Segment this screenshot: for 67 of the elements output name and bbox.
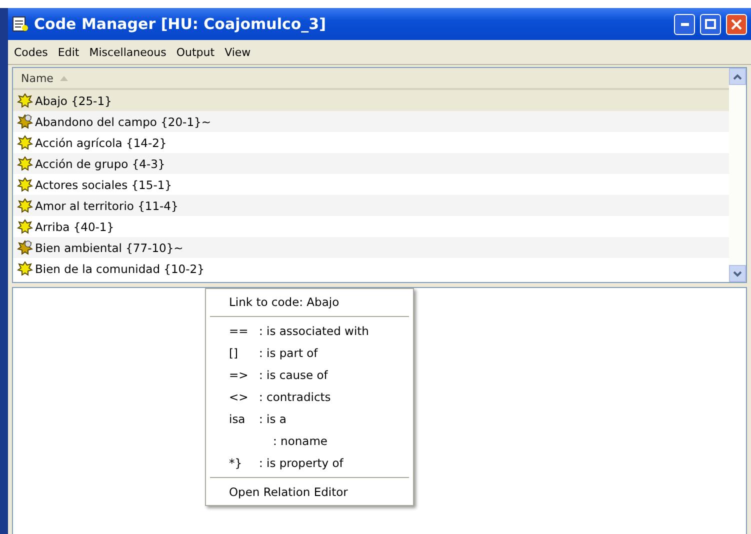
menu-item[interactable]: Output bbox=[172, 46, 219, 58]
relation-symbol: => bbox=[229, 368, 250, 382]
menu-item[interactable]: View bbox=[220, 46, 255, 58]
code-icon bbox=[17, 93, 33, 108]
list-row[interactable]: Bien de la comunidad {10-2} bbox=[13, 258, 729, 279]
list-row[interactable]: Bien ambiental {77-10}~ bbox=[13, 237, 729, 258]
code-icon bbox=[17, 135, 33, 150]
close-icon bbox=[731, 18, 742, 30]
relation-label: : noname bbox=[273, 434, 328, 448]
list-row[interactable]: Acción agrícola {14-2} bbox=[13, 132, 729, 153]
header-label: Name bbox=[21, 72, 54, 84]
scroll-up-button[interactable] bbox=[729, 68, 746, 85]
menu-item[interactable]: Miscellaneous bbox=[85, 46, 170, 58]
code-icon bbox=[17, 198, 33, 213]
code-label: Amor al territorio {11-4} bbox=[35, 198, 178, 212]
list-row[interactable]: Abajo {25-1} bbox=[13, 90, 729, 111]
menu-item[interactable]: Open Relation Editor bbox=[206, 481, 413, 503]
minimize-icon bbox=[680, 22, 688, 26]
window-title: Code Manager [HU: Coajomulco_3] bbox=[34, 15, 327, 33]
app-icon bbox=[12, 16, 29, 32]
list-row[interactable]: Amor al territorio {11-4} bbox=[13, 195, 729, 216]
maximize-button[interactable] bbox=[700, 14, 721, 34]
code-label: Abajo {25-1} bbox=[35, 94, 112, 108]
code-label: Arriba {40-1} bbox=[35, 220, 114, 234]
list-row[interactable]: Arriba {40-1} bbox=[13, 216, 729, 237]
relation-label: : is part of bbox=[259, 346, 318, 360]
list-row[interactable]: Abandono del campo {20-1}~ bbox=[13, 111, 729, 132]
menu-item[interactable]: Link to code: Abajo bbox=[206, 291, 413, 313]
code-label: Acción agrícola {14-2} bbox=[35, 136, 167, 150]
menu-item[interactable]: isa : is a bbox=[206, 408, 413, 430]
code-label: Bien ambiental {77-10}~ bbox=[35, 240, 184, 254]
minimize-button[interactable] bbox=[674, 14, 695, 34]
code-icon bbox=[17, 261, 33, 276]
menu-item[interactable]: *} : is property of bbox=[206, 452, 413, 474]
relation-symbol: isa bbox=[229, 412, 246, 426]
scrollbar[interactable] bbox=[729, 68, 746, 282]
column-header[interactable]: Name bbox=[13, 68, 729, 90]
code-icon bbox=[17, 219, 33, 234]
code-icon bbox=[17, 114, 33, 129]
relation-symbol: == bbox=[229, 324, 250, 338]
code-icon bbox=[17, 240, 33, 255]
menu-item[interactable]: Codes bbox=[10, 46, 52, 58]
list-row[interactable]: Actores sociales {15-1} bbox=[13, 174, 729, 195]
list-row[interactable]: Acción de grupo {4-3} bbox=[13, 153, 729, 174]
code-icon bbox=[17, 156, 33, 171]
menu-item[interactable]: => : is cause of bbox=[206, 364, 413, 386]
menu-item[interactable]: : noname bbox=[206, 430, 413, 452]
menu-item[interactable]: <> : contradicts bbox=[206, 386, 413, 408]
relation-symbol: *} bbox=[229, 456, 244, 470]
menu-item[interactable]: == : is associated with bbox=[206, 320, 413, 342]
code-label: Abandono del campo {20-1}~ bbox=[35, 114, 211, 128]
relation-label: : is associated with bbox=[259, 324, 369, 338]
code-icon bbox=[17, 177, 33, 192]
code-label: Acción de grupo {4-3} bbox=[35, 156, 166, 170]
relation-label: : is property of bbox=[259, 456, 344, 470]
menu-item[interactable]: Edit bbox=[54, 46, 84, 58]
scroll-down-button[interactable] bbox=[729, 265, 746, 282]
maximize-icon bbox=[705, 19, 716, 29]
close-button[interactable] bbox=[726, 14, 747, 34]
code-label: Actores sociales {15-1} bbox=[35, 178, 172, 192]
relation-symbol: [] bbox=[229, 346, 239, 360]
menu-item[interactable]: [] : is part of bbox=[206, 342, 413, 364]
relation-label: : is a bbox=[259, 412, 286, 426]
relation-label: : contradicts bbox=[259, 390, 331, 404]
relation-symbol: <> bbox=[229, 390, 250, 404]
code-label: Bien de la comunidad {10-2} bbox=[35, 262, 204, 276]
relation-label: : is cause of bbox=[259, 368, 328, 382]
